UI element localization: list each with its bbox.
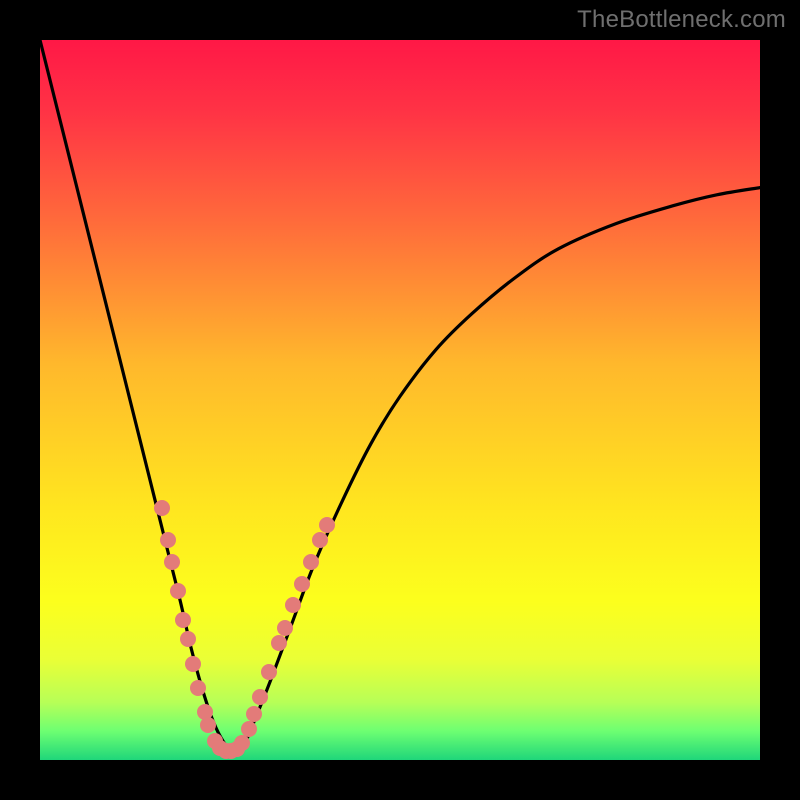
highlight-dot [303, 554, 319, 570]
highlight-dot [277, 620, 293, 636]
highlight-dot [185, 656, 201, 672]
highlight-dot [246, 706, 262, 722]
highlight-dot [312, 532, 328, 548]
highlight-dot [319, 517, 335, 533]
highlight-dot [164, 554, 180, 570]
highlight-dot [154, 500, 170, 516]
highlight-dot [234, 735, 250, 751]
highlight-dot [175, 612, 191, 628]
highlight-dot [170, 583, 186, 599]
highlight-dot [241, 721, 257, 737]
bottleneck-curve [40, 40, 760, 753]
image-frame: TheBottleneck.com [0, 0, 800, 800]
plot-area [40, 40, 760, 760]
highlight-dot [180, 631, 196, 647]
highlight-dot [252, 689, 268, 705]
highlight-dot [261, 664, 277, 680]
curve-layer [40, 40, 760, 760]
highlight-dot [294, 576, 310, 592]
watermark-text: TheBottleneck.com [577, 6, 786, 34]
